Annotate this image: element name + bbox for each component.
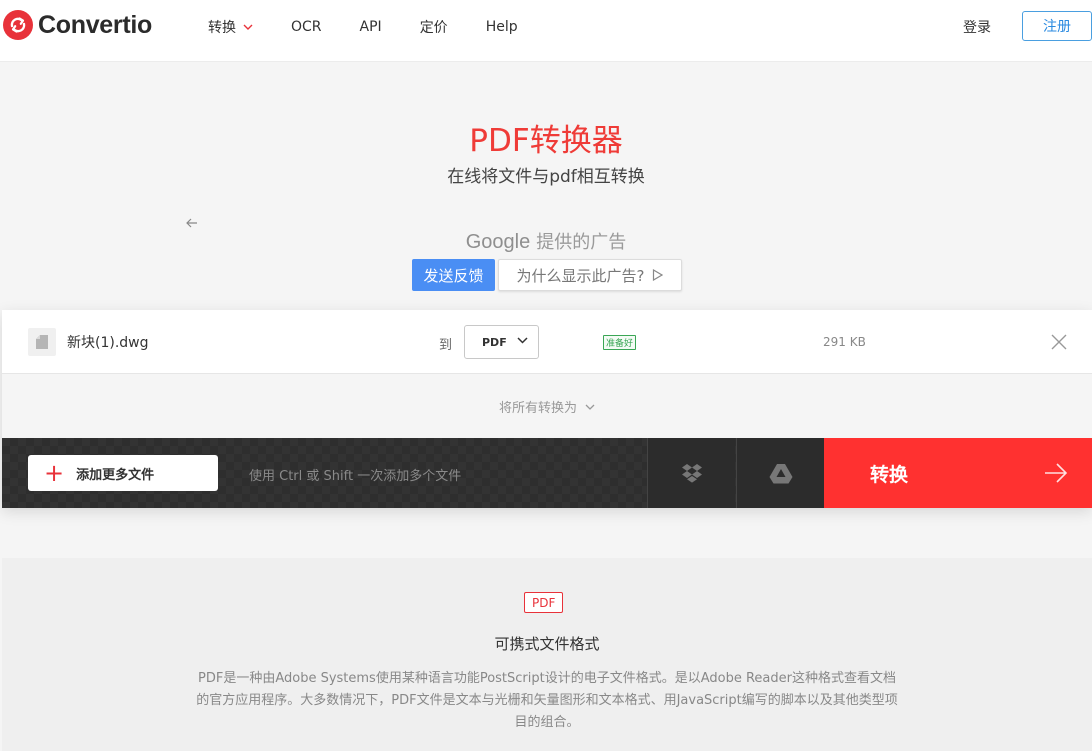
page-subtitle: 在线将文件与pdf相互转换 bbox=[447, 167, 645, 187]
ad-provided-text: 提供的广告 bbox=[536, 232, 627, 253]
converter-panel: 新块(1).dwg 到 PDF 准备好 291 KB 将所有转换为 + 添加更多… bbox=[2, 310, 1092, 508]
main-nav: 转换 OCR API 定价 Help bbox=[208, 17, 556, 37]
nav-item-help[interactable]: Help bbox=[486, 17, 518, 37]
logo-text: Convertio bbox=[38, 10, 152, 39]
signup-button[interactable]: 注册 bbox=[1022, 11, 1092, 41]
top-navbar: Convertio 转换 OCR API 定价 Help 登录 注册 bbox=[0, 0, 1092, 62]
convert-button[interactable]: 转换 bbox=[824, 438, 1092, 508]
google-drive-icon bbox=[769, 463, 792, 483]
chevron-down-icon bbox=[517, 337, 528, 344]
convert-all-dropdown[interactable]: 将所有转换为 bbox=[2, 397, 1092, 416]
nav-item-label: API bbox=[359, 19, 382, 35]
why-this-ad-label: 为什么显示此广告? bbox=[516, 266, 645, 285]
dropbox-button[interactable] bbox=[647, 438, 735, 508]
format-description: PDF是一种由Adobe Systems使用某种语言功能PostScript设计… bbox=[196, 671, 898, 730]
nav-item-convert[interactable]: 转换 bbox=[208, 17, 253, 37]
to-label: 到 bbox=[439, 338, 453, 353]
login-link[interactable]: 登录 bbox=[963, 17, 991, 37]
file-size: 291 KB bbox=[823, 335, 866, 349]
file-icon bbox=[28, 328, 56, 356]
convertio-logo-icon bbox=[3, 10, 33, 40]
format-info-section: PDF 可携式文件格式 PDF是一种由Adobe Systems使用某种语言功能… bbox=[2, 558, 1092, 751]
nav-item-api[interactable]: API bbox=[360, 17, 382, 37]
convert-all-row: 将所有转换为 bbox=[2, 374, 1092, 438]
add-more-files-button[interactable]: + 添加更多文件 bbox=[28, 455, 218, 491]
send-feedback-button[interactable]: 发送反馈 bbox=[412, 259, 495, 291]
convert-button-label: 转换 bbox=[870, 464, 909, 486]
nav-item-label: Help bbox=[485, 19, 518, 35]
action-bar: + 添加更多文件 使用 Ctrl 或 Shift 一次添加多个文件 转换 bbox=[2, 438, 1092, 508]
target-format-value: PDF bbox=[482, 335, 507, 349]
remove-file-button[interactable] bbox=[1049, 332, 1069, 352]
multi-select-hint: 使用 Ctrl 或 Shift 一次添加多个文件 bbox=[249, 469, 462, 484]
ad-label: Google 提供的广告 bbox=[0, 228, 1092, 254]
nav-item-pricing[interactable]: 定价 bbox=[420, 17, 448, 37]
target-format-select[interactable]: PDF bbox=[464, 325, 539, 359]
google-wordmark: Google bbox=[465, 231, 531, 253]
format-title: 可携式文件格式 bbox=[494, 635, 600, 653]
nav-item-ocr[interactable]: OCR bbox=[291, 17, 322, 37]
add-more-files-label: 添加更多文件 bbox=[76, 467, 155, 483]
nav-item-label: OCR bbox=[291, 19, 322, 35]
chevron-down-icon bbox=[585, 404, 595, 410]
format-badge: PDF bbox=[524, 592, 564, 613]
google-drive-button[interactable] bbox=[736, 438, 824, 508]
logo[interactable]: Convertio bbox=[3, 10, 152, 40]
arrow-right-icon bbox=[1045, 463, 1068, 483]
file-name: 新块(1).dwg bbox=[67, 335, 149, 351]
nav-item-label: 转换 bbox=[208, 20, 236, 36]
play-icon bbox=[653, 269, 664, 281]
chevron-down-icon bbox=[243, 24, 253, 30]
page-title: PDF转换器 bbox=[469, 123, 623, 159]
plus-icon: + bbox=[44, 459, 65, 487]
file-row: 新块(1).dwg 到 PDF 准备好 291 KB bbox=[2, 310, 1092, 374]
convert-all-label: 将所有转换为 bbox=[498, 401, 577, 416]
status-badge: 准备好 bbox=[603, 335, 637, 350]
close-icon bbox=[1051, 334, 1067, 350]
dropbox-icon bbox=[681, 464, 702, 483]
nav-item-label: 定价 bbox=[419, 20, 448, 36]
why-this-ad-button[interactable]: 为什么显示此广告? bbox=[498, 259, 682, 291]
